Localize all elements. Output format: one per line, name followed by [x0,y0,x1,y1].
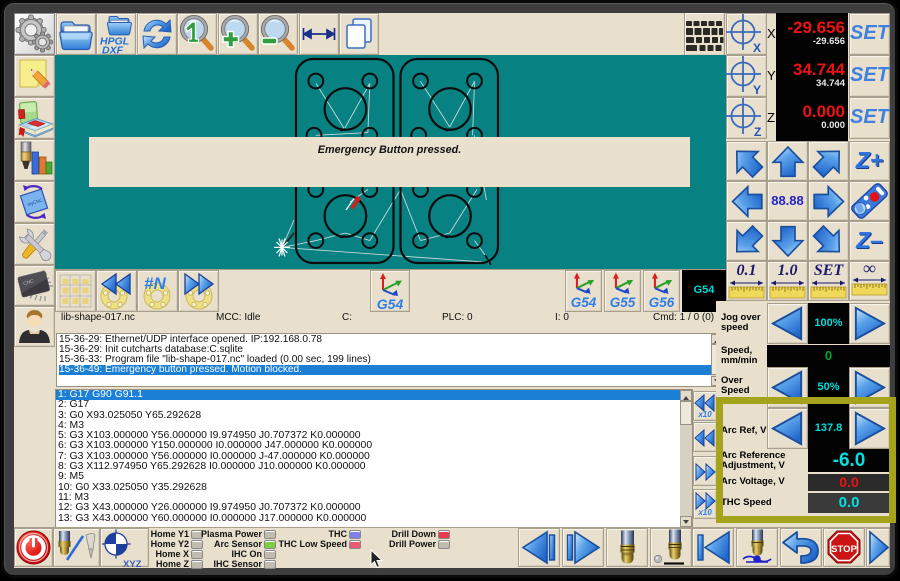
svg-text:#N: #N [144,274,166,293]
svg-text:Y: Y [753,83,761,97]
svg-text:X: X [753,41,761,55]
svg-text:DXF: DXF [102,45,124,55]
svg-text:STOP: STOP [831,544,857,555]
svg-text:Z: Z [754,125,761,139]
